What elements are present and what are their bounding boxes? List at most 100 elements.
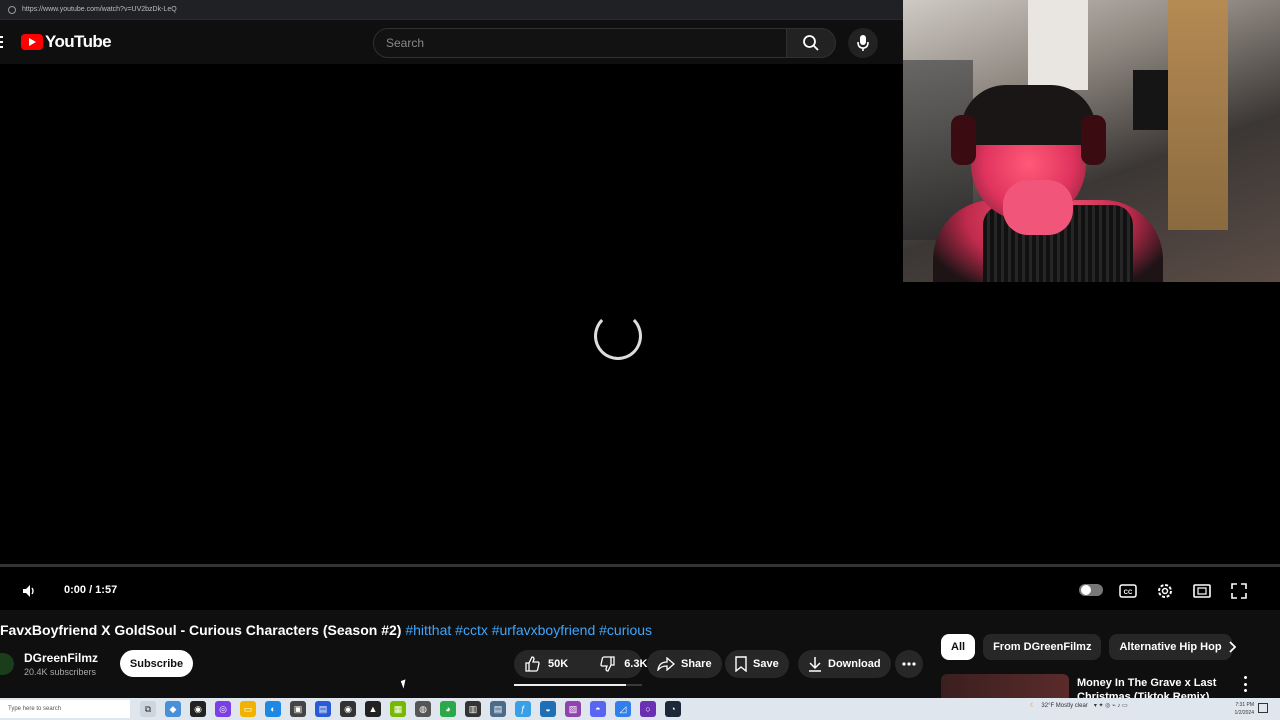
- hashtag-link[interactable]: #curious: [599, 622, 652, 638]
- chip-from-channel[interactable]: From DGreenFilmz: [983, 634, 1102, 660]
- gear-icon: [1158, 584, 1172, 598]
- recommended-video-title[interactable]: Money In The Grave x Last Christmas (Tik…: [1077, 676, 1227, 698]
- like-dislike-group: 50K 6.3K: [514, 650, 647, 678]
- windows-taskbar: Type here to search ⧉ ◆ ◉ ◎ ▭ ◐ ▣ ▤ ◉ ▲ …: [0, 698, 1280, 720]
- notification-icon[interactable]: [1258, 703, 1268, 713]
- theater-mode-icon: [1193, 584, 1211, 598]
- more-actions-button[interactable]: [895, 650, 923, 678]
- search-input[interactable]: [386, 36, 786, 50]
- share-icon: [657, 657, 675, 671]
- bookmark-icon: [735, 656, 747, 672]
- volume-icon: [23, 585, 34, 597]
- alienware-command-icon[interactable]: ◉: [340, 701, 356, 717]
- video-title-text: FavxBoyfriend X GoldSoul - Curious Chara…: [0, 622, 402, 638]
- chips-next-button[interactable]: [1224, 638, 1242, 656]
- chrome-icon[interactable]: ◕: [440, 701, 456, 717]
- video-info: FavxBoyfriend X GoldSoul - Curious Chara…: [0, 610, 1280, 698]
- thumbs-up-icon: [525, 656, 540, 672]
- save-label: Save: [753, 658, 779, 670]
- app-icon[interactable]: ƒ: [515, 701, 531, 717]
- closed-captions-icon: CC: [1119, 584, 1137, 598]
- theater-mode-button[interactable]: [1191, 580, 1213, 602]
- more-horizontal-icon: [902, 662, 916, 666]
- chip-alternative-hip-hop[interactable]: Alternative Hip Hop: [1109, 634, 1232, 660]
- steam-icon[interactable]: ◔: [665, 701, 681, 717]
- loading-spinner-icon: [594, 312, 642, 360]
- channel-avatar[interactable]: [0, 653, 14, 675]
- time-display: 0:00 / 1:57: [64, 584, 118, 596]
- weather-icon: ☾: [1030, 703, 1036, 709]
- recommendation-chips: All From DGreenFilmz Alternative Hip Hop: [941, 634, 1232, 660]
- edge-icon[interactable]: ◐: [265, 701, 281, 717]
- fullscreen-button[interactable]: [1228, 580, 1250, 602]
- address-bar-url[interactable]: https://www.youtube.com/watch?v=UV2bzDk-…: [22, 6, 177, 13]
- copilot-icon[interactable]: ◆: [165, 701, 181, 717]
- system-tray: ☾ 32°F Mostly clear ▾ ✦ ◎ ⌁ ♪ ▭: [1030, 702, 1128, 710]
- app-icon[interactable]: ◎: [215, 701, 231, 717]
- recommended-video-menu-icon[interactable]: [1240, 676, 1250, 692]
- like-button[interactable]: 50K: [514, 650, 578, 678]
- settings-button[interactable]: [1154, 580, 1176, 602]
- search-box[interactable]: [373, 28, 787, 58]
- weather-text[interactable]: 32°F Mostly clear: [1041, 703, 1087, 709]
- taskbar-apps: ⧉ ◆ ◉ ◎ ▭ ◐ ▣ ▤ ◉ ▲ ▦ ◍ ◕ ▥ ▤ ƒ ◒ ▨ ◓ ◿ …: [140, 701, 681, 717]
- app-icon[interactable]: ▥: [465, 701, 481, 717]
- search-button[interactable]: [786, 28, 836, 58]
- task-view-icon[interactable]: ⧉: [140, 701, 156, 717]
- player-controls: 0:00 / 1:57 CC: [0, 572, 1280, 608]
- chip-all[interactable]: All: [941, 634, 976, 660]
- taskbar-search-placeholder: Type here to search: [8, 706, 62, 712]
- alienware-icon[interactable]: ◉: [190, 701, 206, 717]
- webcam-headset-left: [951, 115, 976, 165]
- nvidia-icon[interactable]: ▦: [390, 701, 406, 717]
- logo-text: YouTube: [45, 32, 112, 51]
- app-icon[interactable]: ▲: [365, 701, 381, 717]
- share-label: Share: [681, 658, 712, 670]
- webcam-background-door: [1028, 0, 1088, 90]
- lock-icon: [8, 5, 16, 14]
- save-button[interactable]: Save: [725, 650, 789, 678]
- webcam-background-boxes: [1168, 0, 1228, 230]
- thumbs-down-icon: [600, 656, 615, 672]
- clock-time: 7:31 PM: [1235, 702, 1254, 708]
- autoplay-toggle[interactable]: [1079, 584, 1103, 596]
- hashtag-link[interactable]: #cctx: [455, 622, 488, 638]
- download-button[interactable]: Download: [798, 650, 891, 678]
- progress-bar[interactable]: [0, 564, 1280, 567]
- captions-button[interactable]: CC: [1117, 580, 1139, 602]
- obs-icon[interactable]: ◍: [415, 701, 431, 717]
- youtube-logo[interactable]: YouTube: [21, 32, 112, 52]
- taskbar-clock[interactable]: 7:31 PM 1/2/2024: [1228, 701, 1254, 717]
- recommended-video-thumbnail[interactable]: [941, 674, 1069, 698]
- address-bar[interactable]: https://www.youtube.com/watch?v=UV2bzDk-…: [0, 0, 903, 20]
- subscribe-button[interactable]: Subscribe: [120, 650, 193, 677]
- app-icon[interactable]: ▣: [290, 701, 306, 717]
- webcam-headset-right: [1081, 115, 1106, 165]
- taskbar-search[interactable]: Type here to search: [0, 700, 130, 718]
- search-icon: [803, 35, 819, 51]
- app-icon[interactable]: ▨: [565, 701, 581, 717]
- volume-button[interactable]: [18, 580, 40, 602]
- tray-icons[interactable]: ▾ ✦ ◎ ⌁ ♪ ▭: [1094, 702, 1128, 709]
- app-icon[interactable]: ○: [640, 701, 656, 717]
- app-icon[interactable]: ▤: [490, 701, 506, 717]
- discord-icon[interactable]: ◓: [590, 701, 606, 717]
- hashtag-link[interactable]: #urfavxboyfriend: [492, 622, 596, 638]
- app-icon[interactable]: ◿: [615, 701, 631, 717]
- store-icon[interactable]: ▤: [315, 701, 331, 717]
- voice-search-button[interactable]: [848, 28, 878, 58]
- subscriber-count: 20.4K subscribers: [24, 667, 97, 677]
- like-ratio-bar: [514, 684, 642, 686]
- menu-icon[interactable]: [0, 36, 3, 48]
- share-button[interactable]: Share: [647, 650, 722, 678]
- hashtag-link[interactable]: #hitthat: [405, 622, 451, 638]
- edge-icon[interactable]: ◒: [540, 701, 556, 717]
- youtube-header: YouTube: [0, 20, 903, 64]
- download-label: Download: [828, 658, 881, 670]
- video-title: FavxBoyfriend X GoldSoul - Curious Chara…: [0, 622, 652, 638]
- webcam-background-monitor: [1133, 70, 1173, 130]
- webcam-person-hand: [1003, 180, 1073, 235]
- channel-name[interactable]: DGreenFilmz: [24, 651, 98, 665]
- file-explorer-icon[interactable]: ▭: [240, 701, 256, 717]
- clock-date: 1/2/2024: [1234, 710, 1254, 716]
